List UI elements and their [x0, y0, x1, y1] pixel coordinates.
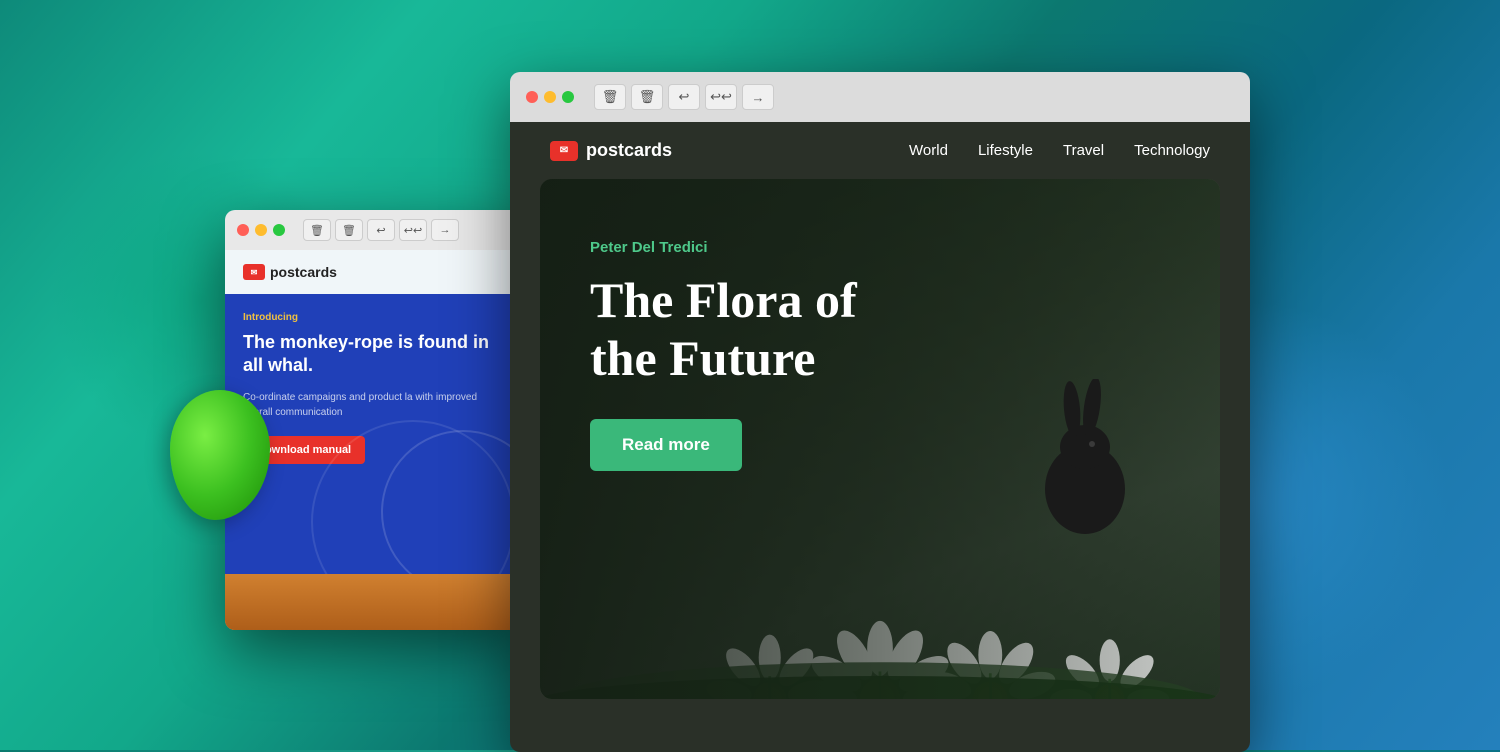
dot-red-front[interactable]	[526, 91, 538, 103]
titlebar-controls-back: 🗑 🗑 ↩ ↩↩ →	[303, 219, 459, 241]
forward-btn-front[interactable]: →	[742, 84, 774, 110]
email-back-content: ✉ postcards Introducing The monkey-rope …	[225, 250, 525, 630]
hero-title: The Flora of the Future	[590, 272, 857, 387]
nav-logo-front: ✉ postcards	[550, 140, 672, 161]
dot-yellow-back[interactable]	[255, 224, 267, 236]
email-logo-bar: ✉ postcards	[225, 250, 525, 294]
dot-green-back[interactable]	[273, 224, 285, 236]
window-back: 🗑 🗑 ↩ ↩↩ → ✉ postcards Introducing The m…	[225, 210, 525, 630]
hero-text-area: Peter Del Tredici The Flora of the Futur…	[590, 239, 857, 471]
email-body-back: Co-ordinate campaigns and product la wit…	[243, 390, 507, 420]
window-front: 🗑 🗑 ↩ ↩↩ → ✉ postcards World Lifestyle T…	[510, 72, 1250, 752]
logo-icon-back: ✉	[243, 264, 265, 280]
email-image-section	[225, 574, 525, 630]
hero-author: Peter Del Tredici	[590, 239, 857, 256]
read-more-button[interactable]: Read more	[590, 419, 742, 471]
dot-red-back[interactable]	[237, 224, 249, 236]
nav-links: World Lifestyle Travel Technology	[909, 142, 1210, 159]
nav-logo-icon: ✉	[550, 141, 578, 161]
email-blue-section: Introducing The monkey-rope is found in …	[225, 294, 525, 574]
hero-title-line2: the Future	[590, 330, 815, 386]
email-nav: ✉ postcards World Lifestyle Travel Techn…	[510, 122, 1250, 179]
nav-link-world[interactable]: World	[909, 142, 948, 159]
reply-all-btn-front[interactable]: ↩↩	[705, 84, 737, 110]
nav-link-technology[interactable]: Technology	[1134, 142, 1210, 159]
trash-btn-front[interactable]: 🗑	[594, 84, 626, 110]
hero-title-line1: The Flora of	[590, 272, 857, 328]
email-headline-back: The monkey-rope is found in all whal.	[243, 331, 507, 378]
trash-btn-back[interactable]: 🗑	[303, 219, 331, 241]
trash-x-btn-front[interactable]: 🗑	[631, 84, 663, 110]
window-dots-back	[237, 224, 285, 236]
logo-text-back: postcards	[270, 264, 337, 280]
introducing-label: Introducing	[243, 312, 507, 323]
nav-link-lifestyle[interactable]: Lifestyle	[978, 142, 1033, 159]
titlebar-front: 🗑 🗑 ↩ ↩↩ →	[510, 72, 1250, 122]
rabbit-silhouette	[1020, 379, 1140, 539]
dot-yellow-front[interactable]	[544, 91, 556, 103]
dot-green-front[interactable]	[562, 91, 574, 103]
forward-btn-back[interactable]: →	[431, 219, 459, 241]
nav-logo-text: postcards	[586, 140, 672, 161]
reply-btn-front[interactable]: ↩	[668, 84, 700, 110]
email-hero: Peter Del Tredici The Flora of the Futur…	[540, 179, 1220, 699]
reply-btn-back[interactable]: ↩	[367, 219, 395, 241]
trash-x-btn-back[interactable]: 🗑	[335, 219, 363, 241]
titlebar-controls-front: 🗑 🗑 ↩ ↩↩ →	[594, 84, 774, 110]
titlebar-back: 🗑 🗑 ↩ ↩↩ →	[225, 210, 525, 250]
reply-all-btn-back[interactable]: ↩↩	[399, 219, 427, 241]
email-front-content: ✉ postcards World Lifestyle Travel Techn…	[510, 122, 1250, 752]
logo-back: ✉ postcards	[243, 264, 337, 280]
window-dots-front	[526, 91, 574, 103]
nav-link-travel[interactable]: Travel	[1063, 142, 1104, 159]
